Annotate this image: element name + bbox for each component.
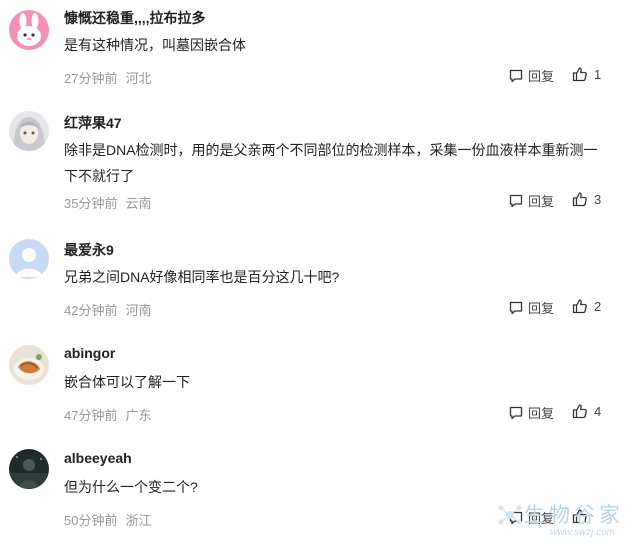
reply-icon <box>509 406 523 419</box>
comment-time: 50分钟前 <box>64 513 118 528</box>
anime-character-avatar-icon <box>9 111 49 151</box>
reply-label: 回复 <box>528 69 555 84</box>
like-count: 2 <box>594 298 602 314</box>
reply-label: 回复 <box>528 301 555 316</box>
like-button[interactable]: 2 <box>572 298 601 314</box>
like-button[interactable]: 4 <box>572 403 601 419</box>
reply-label: 回复 <box>528 406 555 421</box>
comment-item: 红萍果47 除非是DNA检测时，用的是父亲两个不同部位的检测样本，采集一份血液样… <box>0 111 637 217</box>
username[interactable]: 慷慨还稳重,,,,拉布拉多 <box>64 8 206 28</box>
watermark-url: www.swzj.com <box>550 527 616 538</box>
username[interactable]: albeeyeah <box>64 450 132 466</box>
watermark: 生物谷家 www.swzj.com <box>494 497 634 543</box>
reply-icon <box>509 69 523 82</box>
thumbs-up-icon <box>572 299 587 314</box>
avatar[interactable] <box>9 345 49 385</box>
molecule-logo-icon <box>498 505 522 525</box>
username[interactable]: 红萍果47 <box>64 113 122 133</box>
comment-meta: 47分钟前 广东 <box>64 405 151 424</box>
reply-button[interactable]: 回复 <box>508 298 554 317</box>
comment-text: 是有这种情况，叫墓因嵌合体 <box>64 37 246 53</box>
reply-button[interactable]: 回复 <box>508 403 554 422</box>
avatar[interactable] <box>9 111 49 151</box>
reply-icon <box>509 301 523 314</box>
reply-icon <box>509 194 523 207</box>
comment-meta: 42分钟前 河南 <box>64 300 151 319</box>
username[interactable]: 最爱永9 <box>64 240 114 260</box>
thumbs-up-icon <box>572 404 587 419</box>
pink-bunny-avatar-icon <box>9 10 49 50</box>
comment-time: 27分钟前 <box>64 71 118 86</box>
comment-location: 河南 <box>125 303 152 318</box>
comment-item: 最爱永9 兄弟之间DNA好像相同率也是百分这几十吧? 42分钟前 河南 回复 2 <box>0 238 637 322</box>
avatar[interactable] <box>9 449 49 489</box>
comment-location: 云南 <box>125 196 152 211</box>
avatar[interactable] <box>9 239 49 279</box>
dark-photo-avatar-icon <box>9 449 49 489</box>
comment-time: 47分钟前 <box>64 408 118 423</box>
comment-meta: 35分钟前 云南 <box>64 193 151 212</box>
comment-location: 河北 <box>125 71 152 86</box>
comment-location: 浙江 <box>125 513 152 528</box>
reply-label: 回复 <box>528 194 555 209</box>
avatar[interactable] <box>9 10 49 50</box>
food-photo-avatar-icon <box>9 345 49 385</box>
reply-button[interactable]: 回复 <box>508 66 554 85</box>
like-count: 4 <box>594 403 602 419</box>
like-button[interactable]: 1 <box>572 66 601 82</box>
comment-text: 兄弟之间DNA好像相同率也是百分这几十吧? <box>64 269 340 285</box>
comment-meta: 27分钟前 河北 <box>64 68 151 87</box>
like-button[interactable]: 3 <box>572 191 601 207</box>
default-user-avatar-icon <box>9 239 49 279</box>
comment-text: 嵌合体可以了解一下 <box>64 374 190 390</box>
watermark-text: 生物谷家 <box>524 503 624 527</box>
reply-button[interactable]: 回复 <box>508 191 554 210</box>
comment-item: abingor 嵌合体可以了解一下 47分钟前 广东 回复 4 <box>0 343 637 427</box>
comment-time: 42分钟前 <box>64 303 118 318</box>
comment-location: 广东 <box>125 408 152 423</box>
comment-item: 慷慨还稳重,,,,拉布拉多 是有这种情况，叫墓因嵌合体 27分钟前 河北 回复 1 <box>0 6 637 90</box>
like-count: 3 <box>594 191 602 207</box>
thumbs-up-icon <box>572 192 587 207</box>
username[interactable]: abingor <box>64 345 115 361</box>
comment-meta: 50分钟前 浙江 <box>64 510 151 529</box>
comment-time: 35分钟前 <box>64 196 118 211</box>
comment-text: 除非是DNA检测时，用的是父亲两个不同部位的检测样本，采集一份血液样本重新测一下… <box>64 142 598 184</box>
like-count: 1 <box>594 66 602 82</box>
thumbs-up-icon <box>572 67 587 82</box>
